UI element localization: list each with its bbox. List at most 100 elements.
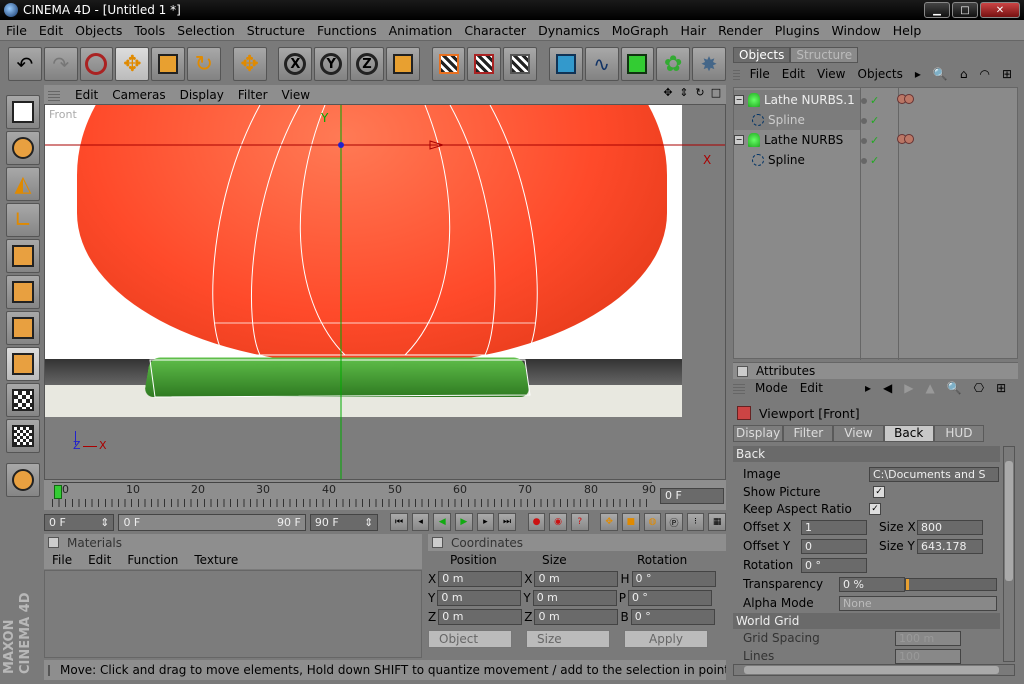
- object-tags[interactable]: [897, 94, 914, 104]
- list-item[interactable]: − Lathe NURBS.1: [734, 90, 860, 110]
- viewport-menu-filter[interactable]: Filter: [231, 88, 275, 102]
- object-name[interactable]: Lathe NURBS: [764, 133, 843, 147]
- record-keys-button[interactable]: ●: [527, 513, 546, 531]
- size-y-field[interactable]: 0 m: [532, 589, 617, 606]
- panel-toggle-icon[interactable]: [48, 537, 59, 548]
- transparency-field[interactable]: 0 %: [839, 576, 905, 592]
- position-z-field[interactable]: 0 m: [438, 608, 523, 625]
- list-item[interactable]: Spline: [734, 110, 860, 130]
- up-arrow-icon[interactable]: ▲: [919, 381, 940, 395]
- check-icon[interactable]: ✓: [870, 154, 879, 167]
- move-button[interactable]: ✥: [115, 47, 150, 81]
- key-position-button[interactable]: ✥: [600, 513, 618, 531]
- objects-menu-file[interactable]: File: [744, 67, 776, 81]
- key-pla-button[interactable]: ⁝: [686, 513, 705, 531]
- object-mode-button[interactable]: [6, 131, 40, 165]
- menu-tools[interactable]: Tools: [128, 23, 171, 38]
- minimize-button[interactable]: ▁: [924, 2, 950, 18]
- search-icon[interactable]: 🔍: [941, 381, 968, 395]
- menu-character[interactable]: Character: [458, 23, 532, 38]
- menu-animation[interactable]: Animation: [383, 23, 459, 38]
- search-icon[interactable]: 🔍: [927, 67, 954, 81]
- undo-button[interactable]: ↶: [8, 47, 42, 81]
- menu-mograph[interactable]: MoGraph: [606, 23, 675, 38]
- objects-menu-edit[interactable]: Edit: [776, 67, 811, 81]
- materials-menu-file[interactable]: File: [44, 553, 80, 567]
- current-frame-field[interactable]: 0 F: [660, 488, 724, 504]
- scrollbar-thumb[interactable]: [1005, 461, 1013, 581]
- add-nurbs-button[interactable]: [620, 47, 655, 81]
- scrollbar-thumb[interactable]: [744, 666, 999, 674]
- tree-collapse-icon[interactable]: −: [734, 135, 744, 145]
- viewport-maximize-icon[interactable]: □: [710, 87, 722, 99]
- apply-button[interactable]: Apply: [624, 630, 708, 648]
- redo-button[interactable]: ↷: [43, 47, 78, 81]
- new-window-icon[interactable]: ⊞: [996, 67, 1018, 81]
- materials-menu-texture[interactable]: Texture: [186, 553, 246, 567]
- viewport-menu-display[interactable]: Display: [173, 88, 231, 102]
- viewport-dolly-icon[interactable]: ⇕: [678, 87, 690, 99]
- edges-mode-button[interactable]: [6, 275, 40, 309]
- objects-list[interactable]: − Lathe NURBS.1 ✓ Spline ✓ − Lathe NURBS…: [733, 87, 1018, 360]
- viewport-front[interactable]: Front Y X Z X: [44, 104, 726, 480]
- key-parameter-button[interactable]: Ⓟ: [665, 513, 683, 531]
- check-icon[interactable]: ✓: [870, 94, 879, 107]
- rotation-h-field[interactable]: 0 °: [631, 570, 716, 587]
- layout-button[interactable]: [6, 95, 40, 129]
- position-y-field[interactable]: 0 m: [437, 589, 522, 606]
- scheme-button[interactable]: ▦: [708, 513, 726, 531]
- tab-structure[interactable]: Structure: [790, 47, 859, 63]
- offset-x-field[interactable]: 1: [801, 519, 867, 535]
- model-tool-button[interactable]: ◭: [6, 167, 40, 201]
- render-view-button[interactable]: [431, 47, 466, 81]
- menu-selection[interactable]: Selection: [171, 23, 241, 38]
- add-array-button[interactable]: ✿: [656, 47, 691, 81]
- go-to-end-button[interactable]: ⏭: [498, 513, 516, 531]
- render-picture-viewer-button[interactable]: [467, 47, 502, 81]
- attributes-menu-mode[interactable]: Mode: [749, 381, 794, 395]
- preview-range-slider[interactable]: 0 F 90 F: [118, 513, 306, 531]
- viewport-menu-edit[interactable]: Edit: [68, 88, 105, 102]
- key-help-button[interactable]: ?: [570, 513, 589, 531]
- object-tags[interactable]: [897, 134, 914, 144]
- transparency-slider-handle[interactable]: [906, 578, 909, 590]
- alpha-mode-select[interactable]: None: [839, 595, 997, 611]
- position-x-field[interactable]: 0 m: [438, 570, 523, 587]
- x-axis-lock-button[interactable]: X: [278, 47, 313, 81]
- tree-collapse-icon[interactable]: −: [734, 95, 744, 105]
- object-flags[interactable]: ✓: [861, 114, 879, 127]
- live-selection-button[interactable]: [79, 47, 114, 81]
- primitives-button[interactable]: [6, 463, 40, 497]
- arrow-right-icon[interactable]: ▸: [909, 67, 927, 81]
- forward-arrow-icon[interactable]: ▶: [898, 381, 919, 395]
- size-z-field[interactable]: 0 m: [534, 608, 619, 625]
- render-settings-button[interactable]: [503, 47, 538, 81]
- menu-window[interactable]: Window: [825, 23, 886, 38]
- attr-tab-filter[interactable]: Filter: [783, 425, 834, 442]
- workplane-button[interactable]: [6, 419, 40, 453]
- attributes-menu-edit[interactable]: Edit: [794, 381, 829, 395]
- materials-area[interactable]: [44, 570, 422, 658]
- play-backwards-button[interactable]: ◀: [433, 513, 452, 531]
- new-window-icon[interactable]: ⊞: [990, 381, 1012, 395]
- coord-mode-select[interactable]: Object: [428, 630, 512, 648]
- list-item[interactable]: Spline: [734, 150, 860, 170]
- menu-functions[interactable]: Functions: [311, 23, 383, 38]
- coordinate-system-button[interactable]: [385, 47, 420, 81]
- check-icon[interactable]: ✓: [870, 114, 879, 127]
- object-flags[interactable]: ✓: [861, 134, 879, 147]
- tab-objects[interactable]: Objects: [733, 47, 791, 63]
- recent-tool-button[interactable]: ✥: [232, 47, 267, 81]
- materials-menu-function[interactable]: Function: [119, 553, 186, 567]
- objects-menu-view[interactable]: View: [811, 67, 851, 81]
- y-axis-lock-button[interactable]: Y: [314, 47, 349, 81]
- polygons-mode-button[interactable]: [6, 311, 40, 345]
- object-flags[interactable]: ✓: [861, 154, 879, 167]
- add-cube-button[interactable]: [548, 47, 583, 81]
- attributes-scrollbar[interactable]: [1003, 446, 1015, 662]
- show-picture-checkbox[interactable]: ✓: [873, 486, 885, 498]
- texture-mode-button[interactable]: [6, 383, 40, 417]
- list-item[interactable]: − Lathe NURBS: [734, 130, 860, 150]
- menu-dynamics[interactable]: Dynamics: [532, 23, 606, 38]
- keep-aspect-checkbox[interactable]: ✓: [869, 503, 881, 515]
